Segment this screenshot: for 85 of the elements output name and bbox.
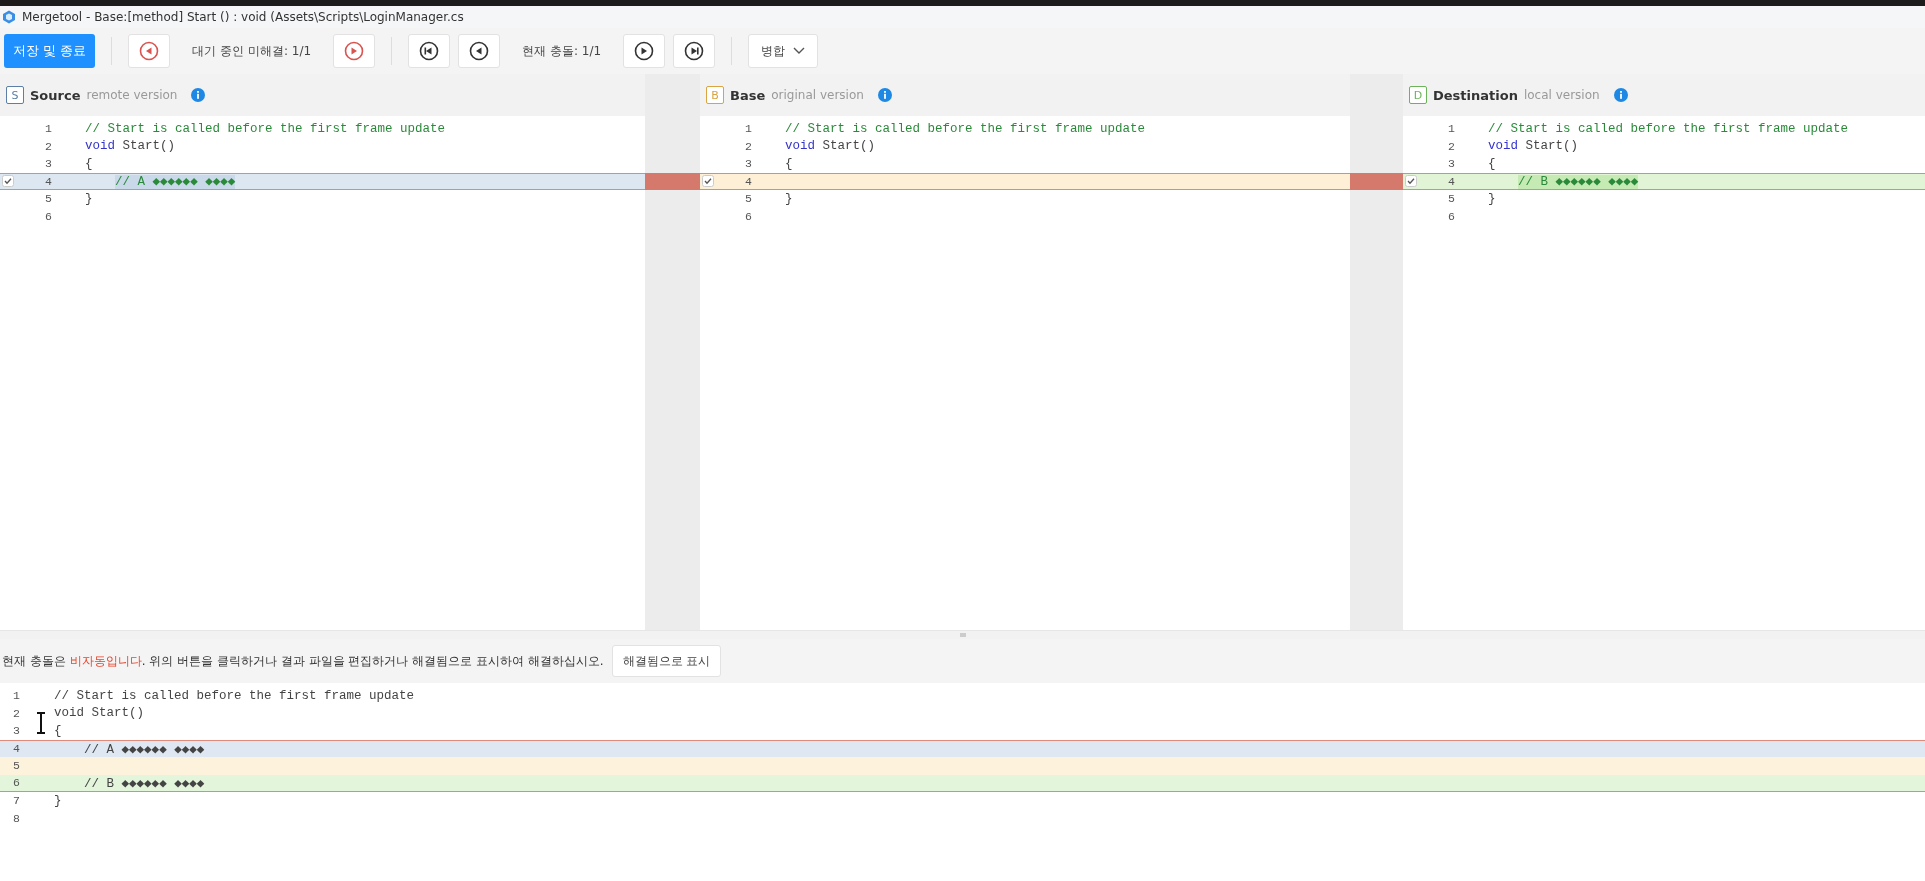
- code-text: // Start is called before the first frame update: [785, 121, 1146, 136]
- checkbox[interactable]: [2, 175, 14, 188]
- next-icon: [634, 41, 655, 61]
- code-text: void Start(): [85, 139, 176, 154]
- code-text: {: [54, 723, 62, 738]
- mark-resolved-button[interactable]: 해결됨으로 표시: [611, 645, 722, 677]
- line-number: 6: [44, 209, 52, 223]
- line-number: 2: [12, 706, 20, 720]
- code-text: {: [785, 156, 793, 171]
- previous-conflict-button[interactable]: [458, 34, 501, 68]
- conflict-message: 현재 충돌은 비자동입니다. 위의 버튼을 클릭하거나 결과 파일을 편집하거나 해결됨으로 표시하여 해결하십시오.: [2, 652, 604, 670]
- code-text: }: [54, 793, 62, 808]
- conflict-connector: [645, 172, 700, 190]
- line-number: 6: [1447, 209, 1455, 223]
- last-icon: [684, 41, 705, 61]
- line-number: 1: [744, 122, 752, 136]
- code-text: // Start is called before the first frame update: [85, 121, 446, 136]
- code-text: // A ◆◆◆◆◆◆ ◆◆◆◆: [84, 741, 205, 757]
- code-text: void Start(): [54, 706, 144, 721]
- pane-title: Source: [30, 87, 81, 103]
- splitter-handle[interactable]: [959, 633, 966, 637]
- info-icon[interactable]: [1613, 88, 1628, 102]
- code-text: {: [85, 156, 93, 171]
- line-number: 1: [12, 689, 20, 703]
- previous-pending-button[interactable]: [128, 34, 171, 68]
- line-number: 4: [1447, 174, 1455, 188]
- code-text: // Start is called before the first frame update: [54, 688, 415, 703]
- window-title: Mergetool - Base:[method] Start () : void (Assets\Scripts\LoginManager.cs: [22, 10, 464, 24]
- code-text: }: [85, 191, 93, 206]
- pane-subtitle: remote version: [86, 88, 178, 102]
- code-text: // A ◆◆◆◆◆◆ ◆◆◆◆: [115, 174, 236, 190]
- line-number: 6: [12, 776, 20, 790]
- line-number: 7: [12, 794, 20, 808]
- code-text: }: [785, 191, 793, 206]
- pane-title: Base: [730, 87, 766, 103]
- pane-badge: D: [1409, 86, 1427, 104]
- line-number: 5: [44, 192, 52, 206]
- line-number: 5: [12, 759, 20, 773]
- pane-subtitle: local version: [1523, 88, 1600, 102]
- pending-count: 대기 중인 미해결: 1/1: [191, 42, 313, 60]
- code-text: // Start is called before the first frame update: [1488, 121, 1849, 136]
- line-number: 6: [744, 209, 752, 223]
- pane-badge: B: [706, 86, 724, 104]
- checkbox[interactable]: [1405, 175, 1417, 188]
- line-number: 3: [44, 157, 52, 171]
- next-conflict-button[interactable]: [623, 34, 666, 68]
- conflict-connector: [1350, 172, 1403, 190]
- pane-subtitle: original version: [771, 88, 864, 102]
- code-text: {: [1488, 156, 1496, 171]
- first-conflict-button[interactable]: [408, 34, 451, 68]
- info-icon[interactable]: [877, 88, 892, 102]
- chevron-down-icon: [793, 47, 806, 55]
- line-number: 4: [744, 174, 752, 188]
- pane-badge: S: [6, 86, 24, 104]
- line-number: 1: [1447, 122, 1455, 136]
- code-text: // B ◆◆◆◆◆◆ ◆◆◆◆: [84, 775, 205, 791]
- first-icon: [419, 41, 440, 61]
- checkbox[interactable]: [702, 175, 714, 188]
- code-text: // B ◆◆◆◆◆◆ ◆◆◆◆: [1518, 174, 1639, 190]
- line-number: 3: [744, 157, 752, 171]
- line-number: 3: [12, 724, 20, 738]
- last-conflict-button[interactable]: [673, 34, 716, 68]
- line-number: 5: [1447, 192, 1455, 206]
- code-text: }: [1488, 191, 1496, 206]
- previous-icon: [139, 41, 160, 61]
- line-number: 5: [744, 192, 752, 206]
- merge-dropdown[interactable]: 병합: [748, 34, 819, 68]
- line-number: 2: [44, 139, 52, 153]
- conflict-count: 현재 충돌: 1/1: [521, 42, 603, 60]
- next-pending-button[interactable]: [333, 34, 376, 68]
- line-number: 2: [1447, 139, 1455, 153]
- next-icon: [344, 41, 365, 61]
- line-number: 3: [1447, 157, 1455, 171]
- code-text: void Start(): [1488, 139, 1579, 154]
- line-number: 4: [44, 174, 52, 188]
- text-cursor-icon: [36, 712, 46, 734]
- previous-icon: [469, 41, 490, 61]
- line-number: 1: [44, 122, 52, 136]
- line-number: 4: [12, 742, 20, 756]
- app-icon: [2, 10, 16, 24]
- pane-title: Destination: [1433, 87, 1518, 103]
- code-text: void Start(): [785, 139, 876, 154]
- line-number: 8: [12, 811, 20, 825]
- info-icon[interactable]: [191, 88, 206, 102]
- line-number: 2: [744, 139, 752, 153]
